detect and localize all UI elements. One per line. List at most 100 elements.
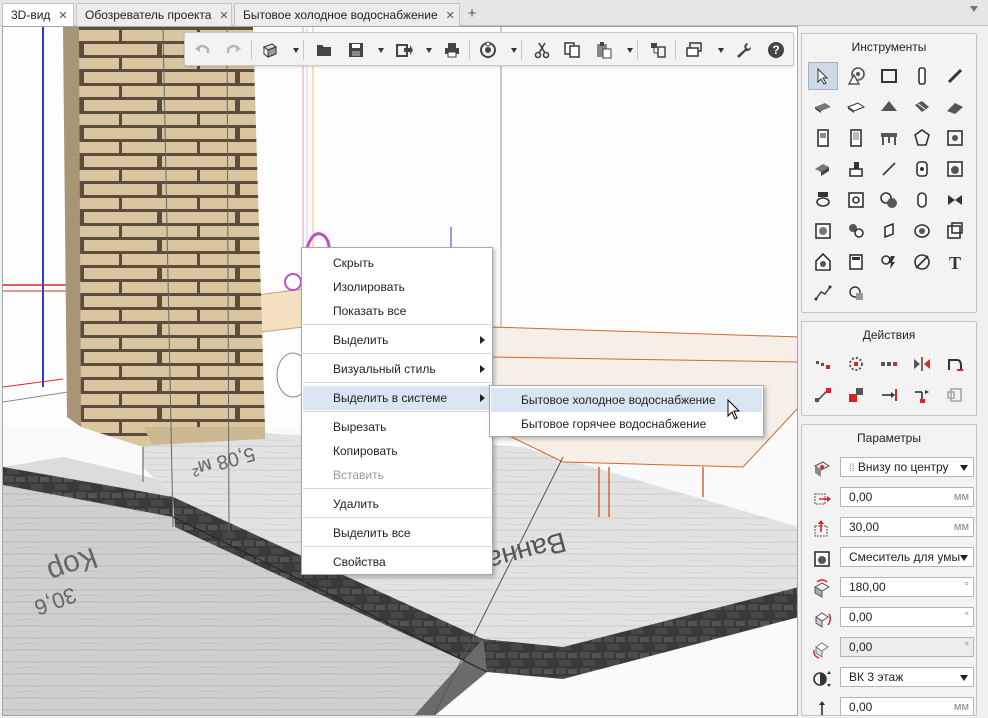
chevron-down-icon[interactable]: [718, 48, 724, 53]
menu-item-properties[interactable]: Свойства: [303, 550, 491, 574]
close-icon[interactable]: ✕: [58, 10, 67, 22]
view-cube-icon[interactable]: [259, 39, 281, 61]
copy-move-icon[interactable]: [841, 381, 871, 409]
add-tab-icon[interactable]: +: [462, 4, 482, 24]
menu-item-show-all[interactable]: Показать все: [303, 299, 491, 323]
text-tool-icon[interactable]: T: [940, 248, 970, 276]
column-tool-icon[interactable]: [907, 62, 937, 90]
system-select[interactable]: ВК 3 этаж: [840, 667, 974, 687]
object-tool-icon[interactable]: [841, 62, 871, 90]
electric-tool-icon[interactable]: [874, 248, 904, 276]
print-icon[interactable]: [441, 39, 463, 61]
fixture-select[interactable]: Смеситель для умы: [840, 547, 974, 567]
tab-project-browser[interactable]: Обозреватель проекта ✕: [76, 3, 232, 26]
door-tool-icon[interactable]: [808, 124, 838, 152]
render-icon[interactable]: [477, 39, 499, 61]
fillet-icon[interactable]: [940, 350, 970, 378]
tab-list-chevron-icon[interactable]: [970, 6, 978, 12]
wrench-icon[interactable]: [733, 39, 755, 61]
folder-icon[interactable]: [313, 39, 335, 61]
anchor-select[interactable]: ⁞⁞ Внизу по центру: [840, 457, 974, 477]
radiator-tool-icon[interactable]: [841, 217, 871, 245]
help-icon[interactable]: ?: [765, 39, 787, 61]
sensor-tool-icon[interactable]: [874, 217, 904, 245]
paste-icon[interactable]: [593, 39, 615, 61]
panel-tool-icon[interactable]: [841, 248, 871, 276]
measure-tool-icon[interactable]: [907, 248, 937, 276]
scissors-icon[interactable]: [531, 39, 553, 61]
washer-tool-icon[interactable]: [940, 155, 970, 183]
close-icon[interactable]: ✕: [446, 10, 455, 22]
chevron-down-icon[interactable]: [378, 48, 384, 53]
slab-tool-icon[interactable]: [808, 93, 838, 121]
height-input[interactable]: 0,00 мм: [840, 697, 974, 715]
array-icon[interactable]: [841, 350, 871, 378]
room-tool-icon[interactable]: [874, 62, 904, 90]
valve-tool-icon[interactable]: [940, 186, 970, 214]
offset-z-input[interactable]: 30,00 мм: [840, 517, 974, 537]
chevron-down-icon[interactable]: [511, 48, 517, 53]
beam-tool-icon[interactable]: [808, 155, 838, 183]
table-tool-icon[interactable]: [874, 124, 904, 152]
pipe-fitting-tool-icon[interactable]: [907, 186, 937, 214]
pencil-tool-icon[interactable]: [940, 62, 970, 90]
toilet-tool-icon[interactable]: [808, 186, 838, 214]
close-icon[interactable]: ✕: [219, 10, 228, 22]
offset-x-input[interactable]: 0,00 мм: [840, 487, 974, 507]
polyline-tool-icon[interactable]: [808, 279, 838, 307]
boiler-tool-icon[interactable]: [841, 186, 871, 214]
menu-item-visual-style[interactable]: Визуальный стиль: [303, 357, 491, 381]
rotate-y-input[interactable]: 0,00 °: [840, 607, 974, 627]
extend-icon[interactable]: [874, 381, 904, 409]
menu-item-select-all[interactable]: Выделить все: [303, 521, 491, 545]
mirror-icon[interactable]: [907, 350, 937, 378]
rotate-z-input[interactable]: 180,00 °: [840, 577, 974, 597]
tank-tool-icon[interactable]: [907, 217, 937, 245]
undo-icon[interactable]: [191, 39, 213, 61]
window-tool-icon[interactable]: [841, 124, 871, 152]
outlet-tool-icon[interactable]: [907, 155, 937, 183]
heater-tool-icon[interactable]: [808, 217, 838, 245]
save-icon[interactable]: [345, 39, 367, 61]
export-icon[interactable]: [393, 39, 415, 61]
layers-icon[interactable]: [647, 39, 669, 61]
menu-item-select[interactable]: Выделить: [303, 328, 491, 352]
move-points-icon[interactable]: [808, 350, 838, 378]
lamp-tool-icon[interactable]: [808, 248, 838, 276]
line-tool-icon[interactable]: [874, 155, 904, 183]
tab-cold-water[interactable]: Бытовое холодное водоснабжение ✕: [234, 3, 460, 26]
shape-tool-icon[interactable]: [907, 124, 937, 152]
chevron-down-icon[interactable]: [293, 48, 299, 53]
trim-icon[interactable]: [940, 381, 970, 409]
tab-3d-view[interactable]: 3D-вид ✕: [2, 3, 74, 27]
menu-item-cold-water[interactable]: Бытовое холодное водоснабжение: [491, 388, 762, 412]
menu-item-cut[interactable]: Вырезать: [303, 415, 491, 439]
faucet-tool-icon[interactable]: [841, 155, 871, 183]
views-icon[interactable]: [683, 39, 705, 61]
menu-item-delete[interactable]: Удалить: [303, 492, 491, 516]
pump-tool-icon[interactable]: [874, 186, 904, 214]
split-icon[interactable]: [907, 381, 937, 409]
offset-icon[interactable]: [874, 350, 904, 378]
menu-item-copy[interactable]: Копировать: [303, 439, 491, 463]
stairs-tool-icon[interactable]: [907, 93, 937, 121]
svg-text:?: ?: [772, 43, 779, 57]
ramp-tool-icon[interactable]: [940, 93, 970, 121]
chevron-down-icon[interactable]: [426, 48, 432, 53]
hatch-tool-icon[interactable]: [841, 279, 871, 307]
roof-tool-icon[interactable]: [874, 93, 904, 121]
select-tool-icon[interactable]: [808, 62, 838, 90]
mouse-cursor-icon: [727, 399, 741, 420]
menu-item-select-in-system[interactable]: Выделить в системе: [303, 386, 491, 410]
menu-item-hot-water[interactable]: Бытовое горячее водоснабжение: [491, 412, 762, 436]
menu-item-hide[interactable]: Скрыть: [303, 251, 491, 275]
menu-item-isolate[interactable]: Изолировать: [303, 275, 491, 299]
ceiling-tool-icon[interactable]: [841, 93, 871, 121]
copy-icon[interactable]: [561, 39, 583, 61]
picture-tool-icon[interactable]: [940, 124, 970, 152]
menu-separator: [303, 411, 491, 412]
chevron-down-icon[interactable]: [627, 48, 633, 53]
cabinet-tool-icon[interactable]: [940, 217, 970, 245]
redo-icon[interactable]: [223, 39, 245, 61]
stretch-icon[interactable]: [808, 381, 838, 409]
